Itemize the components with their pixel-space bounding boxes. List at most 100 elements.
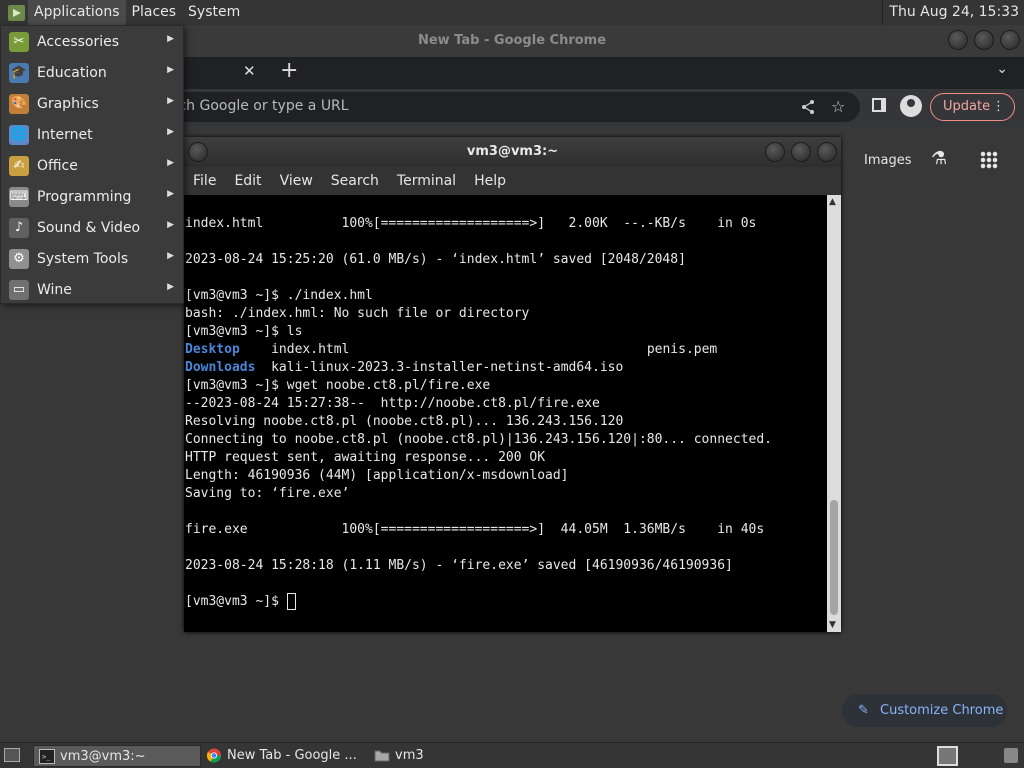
- terminal-menu-help[interactable]: Help: [465, 173, 515, 189]
- labs-flask-icon[interactable]: ⚗: [931, 148, 947, 169]
- side-panel-icon[interactable]: [872, 98, 886, 112]
- terminal-menu-view[interactable]: View: [271, 173, 322, 189]
- app-menu-item-label: Graphics: [37, 95, 99, 112]
- education-icon: 🎓: [9, 62, 29, 83]
- more-menu-icon[interactable]: ⋮: [992, 94, 1005, 120]
- new-tab-icon[interactable]: +: [280, 58, 298, 83]
- google-apps-icon[interactable]: [980, 151, 998, 169]
- panel-clock[interactable]: Thu Aug 24, 15:33: [882, 0, 1019, 25]
- scrollbar-thumb[interactable]: [830, 500, 838, 615]
- ls-file-iso: kali-linux-2023.3-installer-netinst-amd6…: [271, 360, 624, 375]
- app-menu-item-label: Programming: [37, 188, 132, 205]
- terminal-icon: >_: [39, 749, 55, 764]
- app-menu-item[interactable]: ⚙ System Tools ▶: [1, 243, 183, 274]
- chrome-maximize-button[interactable]: [974, 30, 994, 50]
- terminal-close-button[interactable]: [817, 142, 837, 162]
- submenu-arrow-icon: ▶: [167, 251, 174, 261]
- ls-gap: [349, 342, 646, 357]
- app-menu-item[interactable]: 🌐 Internet ▶: [1, 119, 183, 150]
- submenu-arrow-icon: ▶: [167, 96, 174, 106]
- ls-output-row: Desktop index.html penis.pem: [184, 341, 827, 359]
- terminal-line: Resolving noobe.ct8.pl (noobe.ct8.pl)...…: [185, 414, 624, 429]
- images-link[interactable]: Images: [864, 153, 912, 168]
- customize-chrome-label: Customize Chrome: [880, 703, 1004, 718]
- wine-icon: ▭: [9, 279, 29, 300]
- tab-search-chevron-icon[interactable]: ⌄: [996, 61, 1008, 77]
- terminal-menu-terminal[interactable]: Terminal: [388, 173, 465, 189]
- applications-menu-button[interactable]: Applications: [28, 0, 126, 25]
- tab-close-icon[interactable]: ✕: [243, 62, 256, 80]
- terminal-maximize-button[interactable]: [791, 142, 811, 162]
- app-menu-item-label: Sound & Video: [37, 219, 141, 236]
- terminal-title: vm3@vm3:~: [466, 144, 559, 159]
- terminal-line: [vm3@vm3 ~]$ wget noobe.ct8.pl/fire.exe: [185, 378, 491, 393]
- taskbar-item-label: New Tab - Google ...: [227, 748, 357, 763]
- taskbar-item-folder[interactable]: vm3: [369, 745, 469, 767]
- app-menu-item[interactable]: ✂ Accessories ▶: [1, 26, 183, 57]
- terminal-menu-file[interactable]: File: [184, 173, 225, 189]
- terminal-minimize-button[interactable]: [765, 142, 785, 162]
- system-menu-button[interactable]: System: [182, 0, 246, 25]
- taskbar-item-label: vm3@vm3:~: [60, 749, 146, 764]
- submenu-arrow-icon: ▶: [167, 189, 174, 199]
- terminal-line: index.html 100%[===================>] 2.…: [185, 216, 757, 231]
- terminal-scrollbar[interactable]: ▲ ▼: [827, 195, 841, 632]
- trash-icon[interactable]: [1004, 748, 1018, 763]
- taskbar-item-terminal[interactable]: >_ vm3@vm3:~: [33, 745, 201, 767]
- bookmark-star-icon[interactable]: ☆: [831, 97, 845, 116]
- workspace-switcher[interactable]: [937, 746, 958, 766]
- app-menu-item-label: System Tools: [37, 250, 129, 267]
- update-button-label: Update: [943, 99, 991, 114]
- terminal-line: Length: 46190936 (44M) [application/x-ms…: [185, 468, 569, 483]
- places-menu-button[interactable]: Places: [126, 0, 183, 25]
- chrome-icon: [206, 748, 222, 763]
- applications-logo-icon[interactable]: [6, 2, 28, 24]
- app-menu-item[interactable]: 🎓 Education ▶: [1, 57, 183, 88]
- terminal-line: bash: ./index.hml: No such file or direc…: [185, 306, 530, 321]
- app-menu-item[interactable]: ⌨ Programming ▶: [1, 181, 183, 212]
- customize-chrome-button[interactable]: ✎ Customize Chrome: [842, 694, 1007, 727]
- terminal-prompt-line: [vm3@vm3 ~]$: [184, 593, 827, 611]
- ls-file-pem: penis.pem: [646, 342, 718, 357]
- app-menu-item-label: Office: [37, 157, 78, 174]
- submenu-arrow-icon: ▶: [167, 282, 174, 292]
- app-menu-item[interactable]: ▭ Wine ▶: [1, 274, 183, 305]
- ls-dir-desktop: Desktop: [185, 342, 240, 357]
- taskbar-item-chrome[interactable]: New Tab - Google ...: [201, 745, 369, 767]
- chrome-minimize-button[interactable]: [948, 30, 968, 50]
- terminal-output[interactable]: index.html 100%[===================>] 2.…: [184, 195, 827, 632]
- submenu-arrow-icon: ▶: [167, 127, 174, 137]
- terminal-titlebar[interactable]: vm3@vm3:~: [184, 137, 841, 167]
- profile-avatar-icon[interactable]: [900, 95, 922, 117]
- share-icon[interactable]: [800, 99, 816, 115]
- scroll-down-arrow-icon[interactable]: ▼: [829, 620, 836, 630]
- svg-text:>_: >_: [42, 753, 51, 761]
- office-icon: ✍: [9, 155, 29, 176]
- terminal-line: [vm3@vm3 ~]$ ./index.hml: [185, 288, 373, 303]
- scroll-up-arrow-icon[interactable]: ▲: [829, 197, 836, 207]
- show-desktop-icon[interactable]: [4, 748, 20, 762]
- chrome-close-button[interactable]: [1000, 30, 1020, 50]
- terminal-prompt: [vm3@vm3 ~]$: [185, 594, 287, 609]
- submenu-arrow-icon: ▶: [167, 158, 174, 168]
- terminal-menu-edit[interactable]: Edit: [225, 173, 270, 189]
- terminal-line: Saving to: ‘fire.exe’: [185, 486, 350, 501]
- submenu-arrow-icon: ▶: [167, 65, 174, 75]
- ls-dir-downloads: Downloads: [185, 360, 256, 375]
- update-button[interactable]: Update ⋮: [930, 93, 1015, 121]
- app-menu-item[interactable]: 🎨 Graphics ▶: [1, 88, 183, 119]
- app-menu-item[interactable]: ♪ Sound & Video ▶: [1, 212, 183, 243]
- app-menu-item[interactable]: ✍ Office ▶: [1, 150, 183, 181]
- terminal-menu-search[interactable]: Search: [322, 173, 388, 189]
- app-menu-item-label: Accessories: [37, 33, 120, 50]
- applications-dropdown-menu: ✂ Accessories ▶ 🎓 Education ▶ 🎨 Graphics ▶ 🌐 Inter…: [0, 25, 184, 304]
- submenu-arrow-icon: ▶: [167, 220, 174, 230]
- terminal-line: [vm3@vm3 ~]$ ls: [185, 324, 303, 339]
- submenu-arrow-icon: ▶: [167, 34, 174, 44]
- terminal-line: Connecting to noobe.ct8.pl (noobe.ct8.pl…: [185, 432, 772, 447]
- ls-file-index: index.html: [271, 342, 350, 357]
